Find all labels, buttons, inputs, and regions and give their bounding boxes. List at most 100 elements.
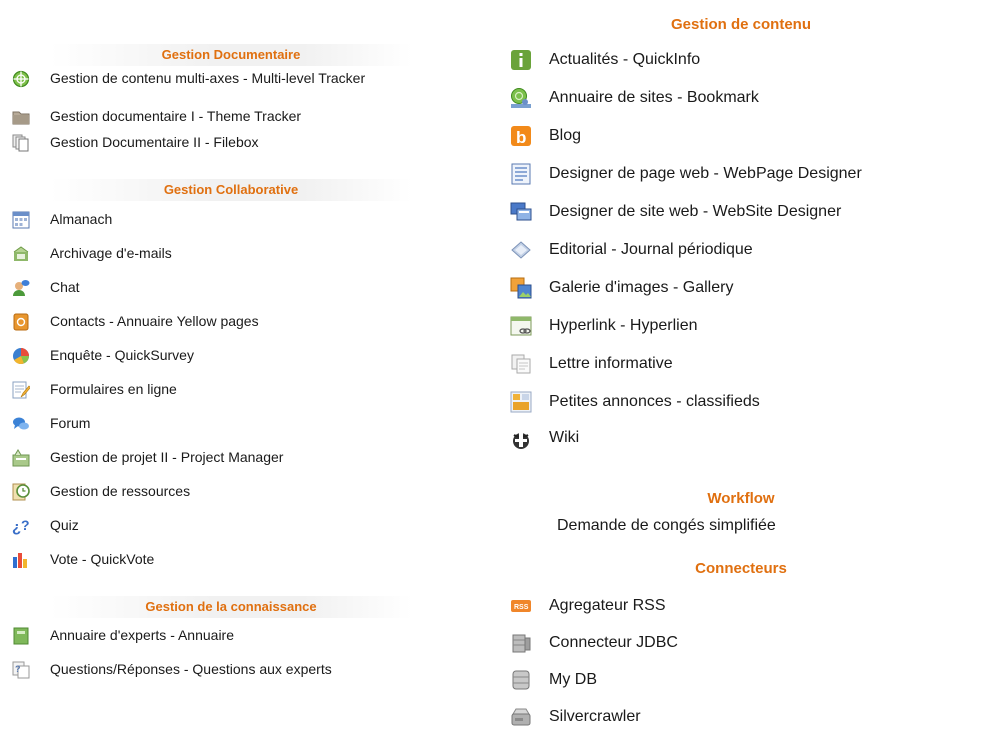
svg-text:?: ? — [15, 664, 21, 674]
app-item-mydb[interactable]: My DB — [500, 661, 982, 698]
svg-text:RSS: RSS — [514, 604, 529, 611]
app-item-blog[interactable]: b Blog — [500, 117, 982, 155]
app-item-label: Actualités - QuickInfo — [549, 51, 701, 68]
app-item-chat[interactable]: Chat — [0, 278, 462, 312]
app-item-label: Annuaire d'experts - Annuaire — [50, 627, 235, 643]
mailbox-icon — [12, 245, 30, 263]
app-item-label: Gestion de projet II - Project Manager — [50, 449, 284, 465]
app-item-rss[interactable]: RSS Agregateur RSS — [500, 587, 982, 624]
app-item-label: Designer de page web - WebPage Designer — [549, 165, 862, 182]
project-icon — [12, 449, 30, 467]
app-item-demande-conges[interactable]: Demande de congés simplifiée — [500, 511, 982, 547]
right-column: Gestion de contenu Actualités - QuickInf… — [500, 13, 982, 735]
classifieds-icon — [510, 391, 532, 413]
app-item-gallery[interactable]: Galerie d'images - Gallery — [500, 269, 982, 307]
bar-chart-icon — [12, 551, 30, 569]
app-item-almanach[interactable]: Almanach — [0, 210, 462, 244]
info-icon — [510, 49, 532, 71]
app-item-contacts[interactable]: Contacts - Annuaire Yellow pages — [0, 312, 462, 346]
page-designer-icon — [510, 163, 532, 185]
app-item-label: Gestion Documentaire II - Filebox — [50, 134, 259, 150]
pie-chart-icon — [12, 347, 30, 365]
expert-book-icon — [12, 627, 30, 645]
app-item-label: Forum — [50, 415, 91, 431]
app-item-classifieds[interactable]: Petites annonces - classifieds — [500, 383, 982, 421]
app-item-quiz[interactable]: ¿? Quiz — [0, 516, 462, 550]
svg-text:?: ? — [21, 517, 30, 533]
app-item-quicksurvey[interactable]: Enquête - QuickSurvey — [0, 346, 462, 380]
hyperlink-icon — [510, 315, 532, 337]
app-item-label: Blog — [549, 127, 582, 144]
app-item-wiki[interactable]: Wiki — [500, 421, 982, 487]
question-icon: ¿? — [12, 517, 30, 536]
app-item-label: Agregateur RSS — [549, 596, 666, 614]
app-item-label: Galerie d'images - Gallery — [549, 279, 734, 296]
drive-icon — [510, 706, 532, 728]
app-item-label: Contacts - Annuaire Yellow pages — [50, 313, 259, 329]
app-item-archivage-emails[interactable]: Archivage d'e-mails — [0, 244, 462, 278]
app-item-forum[interactable]: Forum — [0, 414, 462, 448]
app-item-label: Connecteur JDBC — [549, 633, 678, 651]
app-item-lettre-informative[interactable]: Lettre informative — [500, 345, 982, 383]
app-item-label: Quiz — [50, 517, 79, 533]
documents-icon — [12, 134, 30, 152]
section-title-gestion-documentaire: Gestion Documentaire — [50, 44, 412, 66]
app-item-website-designer[interactable]: Designer de site web - WebSite Designer — [500, 193, 982, 231]
app-item-bookmark[interactable]: Annuaire de sites - Bookmark — [500, 79, 982, 117]
app-item-hyperlink[interactable]: Hyperlink - Hyperlien — [500, 307, 982, 345]
app-item-editorial[interactable]: Editorial - Journal périodique — [500, 231, 982, 269]
app-item-label: Enquête - QuickSurvey — [50, 347, 194, 363]
app-item-quickinfo[interactable]: Actualités - QuickInfo — [500, 41, 982, 79]
globe-user-icon — [510, 87, 532, 109]
app-item-label: Wiki — [549, 429, 580, 446]
speech-bubbles-icon — [12, 415, 30, 433]
app-item-label: Gestion de ressources — [50, 483, 191, 499]
app-item-label: Gestion de contenu multi-axes - Multi-le… — [50, 70, 366, 86]
svg-text:b: b — [516, 128, 526, 147]
app-item-filebox[interactable]: Gestion Documentaire II - Filebox — [0, 133, 462, 179]
app-item-label: Silvercrawler — [549, 707, 641, 725]
app-item-webpage-designer[interactable]: Designer de page web - WebPage Designer — [500, 155, 982, 193]
app-item-annuaire-experts[interactable]: Annuaire d'experts - Annuaire — [0, 626, 462, 660]
app-item-questions-reponses[interactable]: ? Questions/Réponses - Questions aux exp… — [0, 660, 462, 694]
app-item-label: Formulaires en ligne — [50, 381, 177, 397]
app-item-multi-level-tracker[interactable]: Gestion de contenu multi-axes - Multi-le… — [0, 69, 462, 107]
compass-icon — [12, 70, 30, 88]
app-item-label: My DB — [549, 670, 597, 688]
database-icon — [510, 632, 532, 654]
diamond-icon — [510, 239, 532, 261]
svg-text:¿: ¿ — [12, 519, 21, 535]
form-pencil-icon — [12, 381, 31, 399]
app-item-label: Archivage d'e-mails — [50, 245, 172, 261]
app-item-silvercrawler[interactable]: Silvercrawler — [500, 698, 982, 735]
folder-icon — [12, 108, 30, 126]
left-column: Gestion Documentaire Gestion de contenu … — [0, 44, 462, 694]
blog-icon: b — [510, 125, 532, 147]
app-item-ressources[interactable]: Gestion de ressources — [0, 482, 462, 516]
app-item-label: Editorial - Journal périodique — [549, 241, 753, 258]
app-item-jdbc[interactable]: Connecteur JDBC — [500, 624, 982, 661]
app-item-formulaires[interactable]: Formulaires en ligne — [0, 380, 462, 414]
app-item-quickvote[interactable]: Vote - QuickVote — [0, 550, 462, 596]
section-title-gestion-connaissance: Gestion de la connaissance — [50, 596, 412, 618]
calendar-icon — [12, 211, 30, 229]
app-item-project-manager[interactable]: Gestion de projet II - Project Manager — [0, 448, 462, 482]
chat-user-icon — [12, 279, 30, 297]
app-item-label: Vote - QuickVote — [50, 551, 155, 567]
app-item-label: Hyperlink - Hyperlien — [549, 317, 698, 334]
app-item-label: Gestion documentaire I - Theme Tracker — [50, 108, 302, 124]
address-book-icon — [12, 313, 30, 331]
rss-icon: RSS — [510, 595, 532, 617]
newsletter-icon — [510, 353, 532, 375]
section-title-gestion-collaborative: Gestion Collaborative — [50, 179, 412, 201]
section-title-gestion-contenu: Gestion de contenu — [670, 16, 811, 33]
app-item-theme-tracker[interactable]: Gestion documentaire I - Theme Tracker — [0, 107, 462, 133]
site-designer-icon — [510, 201, 532, 223]
section-title-connecteurs: Connecteurs — [695, 560, 787, 577]
section-title-workflow: Workflow — [707, 490, 775, 507]
app-item-label: Petites annonces - classifieds — [549, 393, 760, 410]
app-item-label: Chat — [50, 279, 80, 295]
app-item-label: Designer de site web - WebSite Designer — [549, 203, 842, 220]
gallery-icon — [510, 277, 532, 299]
wiki-icon — [510, 429, 532, 451]
